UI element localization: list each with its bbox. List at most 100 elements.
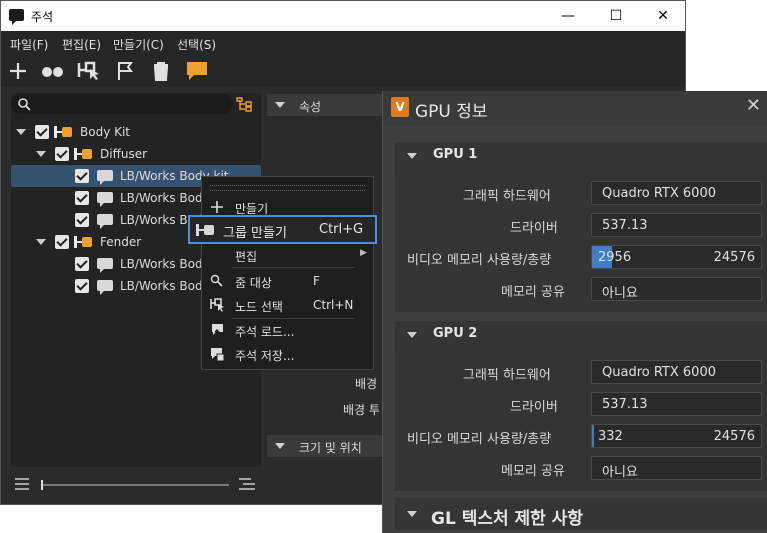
- menu-grip[interactable]: [210, 185, 365, 191]
- section-size-position[interactable]: 크기 및 위치: [267, 435, 387, 457]
- group-icon: [196, 224, 214, 236]
- menu-item-select-nodes-shortcut: Ctrl+N: [313, 298, 354, 312]
- collapse-arrow-icon[interactable]: [407, 511, 417, 517]
- visibility-checkbox[interactable]: [55, 235, 69, 249]
- note-icon: [97, 258, 113, 273]
- expand-arrow-icon[interactable]: [16, 129, 26, 135]
- context-menu: 만들기 편집 ▶ 줌 대상 F 노드 선택 Ctrl+N 주석 로드... 주석…: [201, 176, 374, 370]
- tree-item-label: Diffuser: [100, 147, 148, 161]
- gpu-2-body: 그래픽 하드웨어 Quadro RTX 6000 드라이버 537.13 비디오…: [395, 349, 767, 491]
- tree-bottom-bar: [11, 473, 261, 497]
- visibility-checkbox[interactable]: [75, 279, 89, 293]
- note-icon: [97, 280, 113, 295]
- minimize-button[interactable]: —: [545, 1, 591, 31]
- menu-select[interactable]: 선택(S): [177, 36, 216, 53]
- menu-item-edit[interactable]: 편집 ▶: [202, 244, 373, 266]
- flag-icon[interactable]: [112, 59, 138, 83]
- section-gpu-2[interactable]: GPU 2: [395, 321, 767, 349]
- align-icon[interactable]: [239, 478, 255, 490]
- menu-item-save-notes[interactable]: 주석 저장...: [202, 343, 373, 365]
- tree-item-diffuser[interactable]: Diffuser: [11, 143, 261, 165]
- tree-item-label: LB/Works Body: [120, 279, 210, 293]
- section-size-position-label: 크기 및 위치: [299, 441, 362, 455]
- plus-icon[interactable]: [5, 59, 31, 83]
- tree-item-label: Body Kit: [80, 125, 131, 139]
- collapse-arrow-icon[interactable]: [407, 153, 417, 159]
- collapse-arrow-icon[interactable]: [275, 102, 285, 108]
- section-attributes-label: 속성: [299, 100, 322, 114]
- menu-item-make-group[interactable]: 그룹 만들기 Ctrl+G: [188, 215, 377, 244]
- menu-edit[interactable]: 편집(E): [62, 36, 101, 53]
- slider-handle[interactable]: [41, 480, 43, 490]
- driver-value: 537.13: [602, 397, 648, 412]
- tree-item-body-kit[interactable]: Body Kit: [11, 121, 261, 143]
- visibility-checkbox[interactable]: [75, 213, 89, 227]
- search-input[interactable]: [11, 94, 233, 114]
- tree-item-label: Fender: [100, 235, 142, 249]
- zoom-slider[interactable]: [41, 480, 229, 490]
- menu-item-load-notes-label: 주석 로드...: [235, 325, 295, 339]
- menu-item-make-group-shortcut: Ctrl+G: [319, 222, 364, 237]
- video-memory-label: 비디오 메모리 사용량/총량: [407, 253, 552, 268]
- dots-icon[interactable]: [39, 59, 65, 83]
- tree-options-icon[interactable]: [236, 96, 252, 112]
- section-attributes[interactable]: 속성: [267, 94, 387, 116]
- note-icon: [97, 170, 113, 185]
- visibility-checkbox[interactable]: [35, 125, 49, 139]
- menu-item-edit-label: 편집: [235, 250, 258, 264]
- expand-arrow-icon[interactable]: [36, 151, 46, 157]
- close-button[interactable]: ✕: [640, 1, 686, 31]
- video-memory-bar: 2956 24576: [591, 245, 762, 269]
- dialog-close-icon[interactable]: ✕: [746, 95, 761, 116]
- select-nodes-icon[interactable]: [76, 59, 102, 83]
- dialog-title-bar: V GPU 정보 ✕: [383, 91, 767, 125]
- visibility-checkbox[interactable]: [75, 191, 89, 205]
- menu-item-select-nodes[interactable]: 노드 선택 Ctrl+N: [202, 294, 373, 316]
- section-gpu-1-label: GPU 1: [433, 147, 478, 162]
- memory-shared-value: 아니요: [602, 465, 638, 480]
- app-logo-icon: V: [391, 97, 409, 117]
- memory-shared-label: 메모리 공유: [501, 285, 565, 300]
- section-gpu-2-label: GPU 2: [433, 326, 478, 341]
- menu-item-zoom-target[interactable]: 줌 대상 F: [202, 270, 373, 292]
- menu-file[interactable]: 파일(F): [10, 36, 48, 53]
- gpu-info-dialog: V GPU 정보 ✕ GPU 1 그래픽 하드웨어 Quadro RTX 600…: [382, 91, 767, 533]
- menu-bar: 파일(F) 편집(E) 만들기(C) 선택(S): [1, 31, 685, 55]
- memory-shared-value: 아니요: [602, 286, 638, 301]
- driver-label: 드라이버: [510, 221, 558, 236]
- gpu-1-body: 그래픽 하드웨어 Quadro RTX 6000 드라이버 537.13 비디오…: [395, 170, 767, 312]
- zoom-icon: [210, 274, 223, 287]
- menu-create[interactable]: 만들기(C): [113, 36, 164, 53]
- save-notes-icon: [211, 348, 224, 361]
- maximize-button[interactable]: ☐: [593, 1, 639, 31]
- section-gl-texture-limits[interactable]: GL 텍스처 제한 사항: [395, 498, 767, 530]
- section-gpu-1[interactable]: GPU 1: [395, 142, 767, 170]
- menu-item-zoom-target-label: 줌 대상: [235, 276, 272, 290]
- visibility-checkbox[interactable]: [75, 169, 89, 183]
- list-icon[interactable]: [15, 478, 29, 490]
- video-memory-used: 332: [598, 429, 623, 444]
- video-memory-total: 24576: [713, 250, 755, 265]
- driver-field: 537.13: [591, 392, 762, 416]
- menu-item-load-notes[interactable]: 주석 로드...: [202, 319, 373, 341]
- memory-shared-label: 메모리 공유: [501, 464, 565, 479]
- title-bar: 주석 — ☐ ✕: [1, 1, 685, 31]
- note-icon: [97, 192, 113, 207]
- plus-icon: [211, 201, 223, 213]
- comment-icon[interactable]: [184, 59, 210, 83]
- graphics-hardware-field: Quadro RTX 6000: [591, 181, 762, 205]
- expand-arrow-icon[interactable]: [36, 239, 46, 245]
- menu-separator: [232, 267, 355, 268]
- collapse-arrow-icon[interactable]: [275, 443, 285, 449]
- graphics-hardware-value: Quadro RTX 6000: [602, 365, 716, 380]
- submenu-arrow-icon: ▶: [360, 248, 367, 258]
- graphics-hardware-label: 그래픽 하드웨어: [463, 368, 551, 383]
- menu-item-select-nodes-label: 노드 선택: [235, 300, 283, 314]
- visibility-checkbox[interactable]: [55, 147, 69, 161]
- tree-item-label: LB/Works Body: [120, 191, 210, 205]
- graphics-hardware-label: 그래픽 하드웨어: [463, 189, 551, 204]
- visibility-checkbox[interactable]: [75, 257, 89, 271]
- collapse-arrow-icon[interactable]: [407, 332, 417, 338]
- trash-icon[interactable]: [148, 59, 174, 83]
- video-memory-fill: [592, 425, 595, 447]
